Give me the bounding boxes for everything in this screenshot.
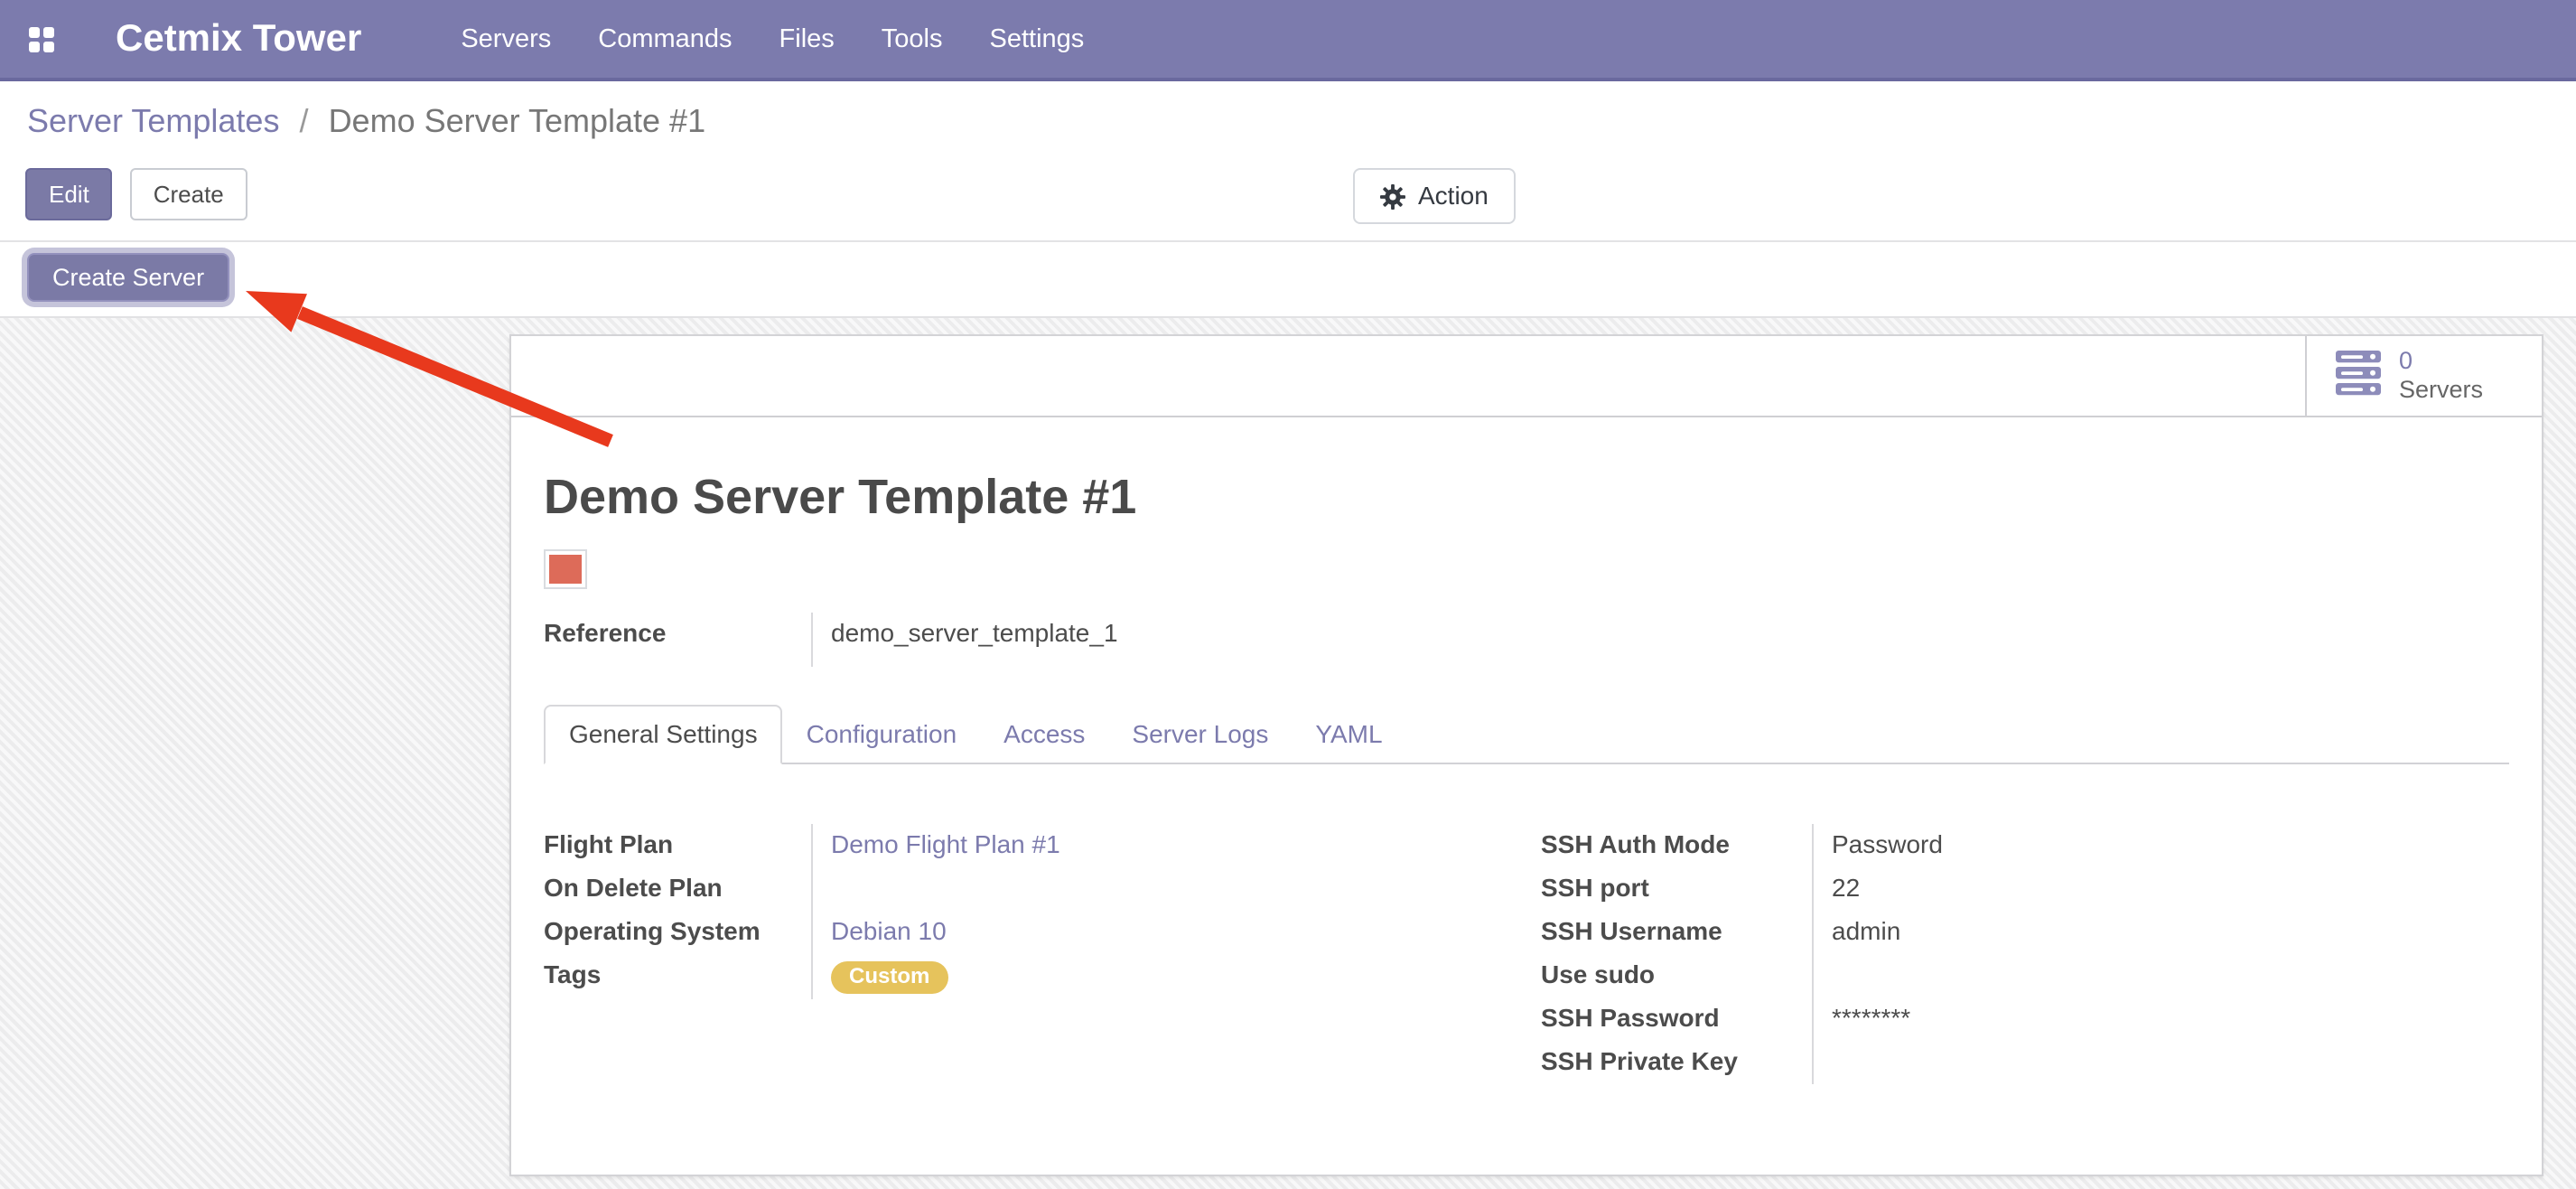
field-row: SSH Password ******** [1541,997,2509,1041]
field-row: Flight Plan Demo Flight Plan #1 [544,824,1526,867]
tab[interactable]: General Settings [544,705,783,764]
nav-menu-item[interactable]: Files [756,17,858,61]
field-label: Operating System [544,911,811,954]
main-menu: Servers Commands Files Tools Settings [437,17,1107,61]
top-navbar: Cetmix Tower Servers Commands Files Tool… [0,0,2576,81]
tab[interactable]: Configuration [783,707,981,763]
nav-menu-item[interactable]: Commands [574,17,755,61]
stat-text: 0 Servers [2399,347,2483,405]
field-label: SSH Private Key [1541,1041,1812,1084]
field-value: Password [1812,824,2509,867]
servers-stat-button[interactable]: 0 Servers [2305,336,2542,416]
field-label: SSH Username [1541,911,1812,954]
nav-menu-item[interactable]: Tools [858,17,966,61]
server-stack-icon [2336,351,2383,401]
tab[interactable]: Access [980,707,1108,763]
color-swatch-fill [549,555,582,584]
action-button-label: Action [1418,181,1489,211]
field-label: On Delete Plan [544,867,811,911]
control-panel-buttons: Edit Create [25,168,2551,220]
tab-bar: General SettingsConfigurationAccessServe… [544,705,2509,764]
field-label: SSH Auth Mode [1541,824,1812,867]
main-menu-entry: Files [756,17,858,61]
create-server-button[interactable]: Create Server [27,253,229,302]
field-row: Tags Custom [544,954,1526,999]
field-value [1812,954,2509,997]
tab[interactable]: Server Logs [1108,707,1292,763]
apps-grid-icon [29,26,54,51]
form-sheet: Demo Server Template #1 Reference demo_s… [511,417,2542,1084]
breadcrumb-link[interactable]: Server Templates [27,103,279,139]
create-button[interactable]: Create [130,168,247,220]
field-value [811,867,1526,911]
field-label: SSH Password [1541,997,1812,1041]
stat-count: 0 [2399,347,2483,376]
page-root: Cetmix Tower Servers Commands Files Tool… [0,0,2576,1175]
nav-menu-item[interactable]: Settings [966,17,1108,61]
tab[interactable]: YAML [1292,707,1405,763]
field-group-right: SSH Auth Mode Password SSH port 22 SSH U… [1526,824,2509,1084]
field-row: Operating System Debian 10 [544,911,1526,954]
reference-label: Reference [544,613,811,667]
control-panel: Server Templates / Demo Server Template … [0,81,2576,220]
nav-menu-item[interactable]: Servers [437,17,574,61]
field-row: Use sudo [1541,954,2509,997]
field-value-link[interactable]: Demo Flight Plan #1 [831,829,1060,858]
reference-row: Reference demo_server_template_1 [544,613,2509,667]
field-label: SSH port [1541,867,1812,911]
breadcrumb-separator: / [300,103,309,139]
apps-menu-button[interactable] [14,6,69,71]
field-label: Use sudo [1541,954,1812,997]
color-swatch [544,549,587,589]
main-menu-entry: Commands [574,17,755,61]
field-groups: Flight Plan Demo Flight Plan #1 On Delet… [544,824,2509,1084]
field-row: SSH Private Key [1541,1041,2509,1084]
field-value: Debian 10 [811,911,1526,954]
field-value: 22 [1812,867,2509,911]
edit-button[interactable]: Edit [25,168,113,220]
gear-icon [1380,183,1405,209]
field-label: Tags [544,954,811,999]
tag-badge: Custom [831,961,947,994]
breadcrumb: Server Templates / Demo Server Template … [27,98,2551,146]
reference-value: demo_server_template_1 [811,613,2509,667]
button-box: 0 Servers [511,336,2542,417]
main-menu-entry: Tools [858,17,966,61]
content-area: 0 Servers Demo Server Template #1 Refere… [0,316,2576,1189]
main-menu-entry: Settings [966,17,1108,61]
field-value: Demo Flight Plan #1 [811,824,1526,867]
field-row: SSH Username admin [1541,911,2509,954]
brand-title[interactable]: Cetmix Tower [116,17,361,61]
field-value [1812,1041,2509,1084]
field-row: SSH Auth Mode Password [1541,824,2509,867]
field-value-link[interactable]: Debian 10 [831,916,947,945]
stat-label: Servers [2399,376,2483,405]
field-group-left: Flight Plan Demo Flight Plan #1 On Delet… [544,824,1526,1084]
field-label: Flight Plan [544,824,811,867]
field-row: On Delete Plan [544,867,1526,911]
field-row: SSH port 22 [1541,867,2509,911]
action-button[interactable]: Action [1353,168,1516,224]
field-value: Custom [811,954,1526,999]
breadcrumb-current: Demo Server Template #1 [329,103,706,139]
main-menu-entry: Servers [437,17,574,61]
action-strip: Create Server [0,242,2576,316]
page-title: Demo Server Template #1 [544,470,2509,526]
field-value: ******** [1812,997,2509,1041]
form-card: 0 Servers Demo Server Template #1 Refere… [509,334,2543,1176]
field-value: admin [1812,911,2509,954]
